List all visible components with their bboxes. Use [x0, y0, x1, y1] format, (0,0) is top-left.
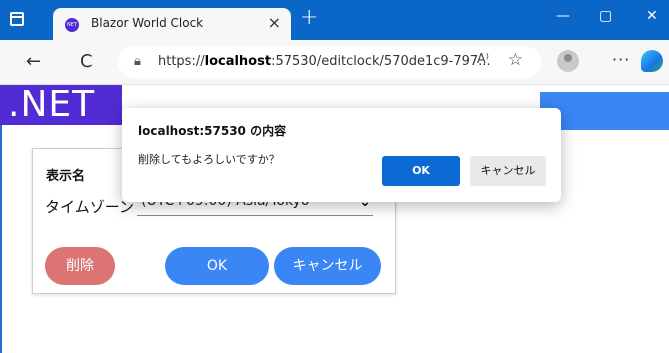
refresh-icon[interactable]: C: [80, 51, 93, 72]
window-menu-icon[interactable]: [10, 12, 24, 26]
dotnet-logo: .NET: [0, 85, 122, 125]
read-aloud-icon[interactable]: A⁾: [477, 52, 489, 67]
browser-tab[interactable]: NET Blazor World Clock ×: [53, 8, 291, 40]
dotnet-favicon-icon: NET: [65, 18, 79, 32]
url-text[interactable]: https://localhost:57530/editclock/570de1…: [158, 54, 491, 69]
ok-button[interactable]: OK: [165, 247, 269, 285]
dialog-ok-button[interactable]: OK: [382, 156, 460, 186]
more-options-icon[interactable]: ···: [612, 50, 630, 69]
tab-close-icon[interactable]: ×: [268, 13, 281, 32]
confirm-dialog: localhost:57530 の内容 削除してもよろしいですか？ OK キャン…: [122, 108, 561, 202]
favorite-star-icon[interactable]: ☆: [508, 50, 523, 70]
site-info-icon[interactable]: 🔒︎: [134, 54, 141, 69]
back-icon[interactable]: ←: [26, 51, 41, 72]
page-left-border: [0, 125, 2, 353]
browser-titlebar: NET Blazor World Clock × + — ▢ ✕: [0, 0, 669, 40]
tab-title: Blazor World Clock: [91, 16, 204, 30]
minimize-icon[interactable]: —: [556, 8, 570, 24]
close-window-icon[interactable]: ✕: [646, 8, 658, 24]
dialog-cancel-button[interactable]: キャンセル: [470, 156, 546, 186]
delete-button[interactable]: 削除: [45, 247, 115, 285]
address-bar[interactable]: 🔒︎ https://localhost:57530/editclock/570…: [118, 46, 541, 78]
display-name-label: 表示名: [46, 169, 86, 184]
dialog-message: 削除してもよろしいですか？: [138, 153, 280, 166]
profile-avatar-icon[interactable]: [557, 50, 579, 72]
dialog-title: localhost:57530 の内容: [138, 124, 287, 138]
edge-copilot-icon[interactable]: [641, 50, 663, 72]
cancel-button[interactable]: キャンセル: [274, 247, 381, 285]
timezone-label: タイムゾーン: [45, 198, 134, 216]
maximize-icon[interactable]: ▢: [599, 8, 612, 24]
new-tab-button[interactable]: +: [300, 5, 318, 30]
